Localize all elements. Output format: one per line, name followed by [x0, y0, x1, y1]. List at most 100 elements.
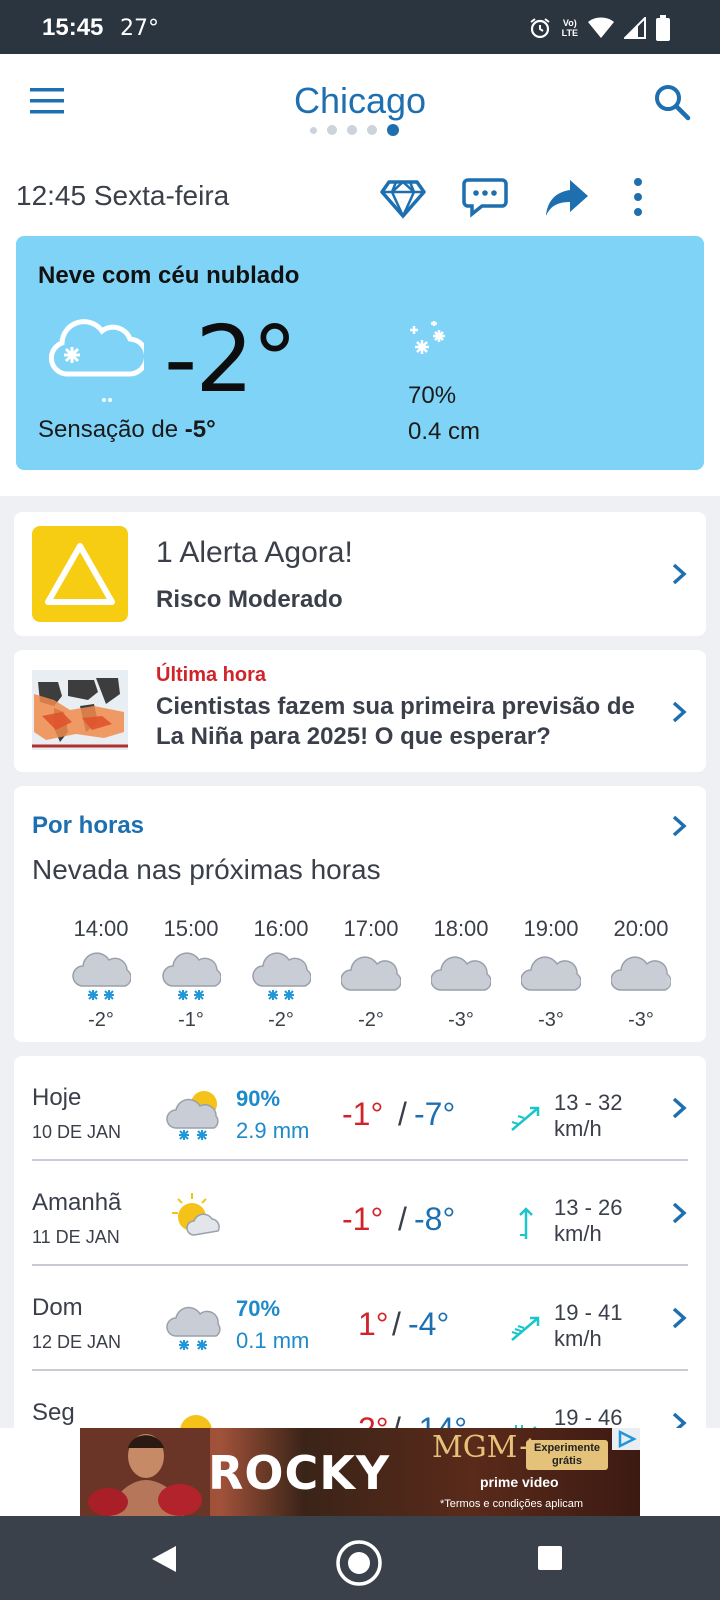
news-title: Cientistas fazem sua primeira previsão d…	[156, 693, 635, 750]
warning-icon	[32, 526, 128, 622]
temp-separator: /	[392, 1306, 401, 1342]
day-max-temp: -1°	[342, 1201, 384, 1237]
date-time: 12:45 Sexta-feira	[16, 180, 230, 211]
status-time: 15:45	[42, 14, 104, 41]
share-icon[interactable]	[544, 174, 590, 220]
hour-temp: -3°	[448, 1009, 474, 1031]
day-wind: 13 - 32 km/h	[554, 1090, 623, 1142]
hourly-item[interactable]: 17:00 -2°	[326, 916, 416, 1032]
day-name: Dom	[32, 1294, 83, 1321]
boxer-image	[80, 1428, 210, 1516]
scroll-fade-right	[666, 906, 706, 1036]
chevron-right-icon[interactable]	[670, 1306, 688, 1330]
alert-subtitle: Risco Moderado	[156, 586, 343, 613]
recents-icon[interactable]	[536, 1544, 564, 1572]
ad-title: ROCKY	[208, 1446, 391, 1500]
daily-forecast-card: Hoje 10 DE JAN 90% 2.9 mm -1° / -7° 13 -…	[14, 1056, 706, 1436]
hourly-title: Por horas	[32, 812, 145, 839]
current-accumulation: 0.4 cm	[408, 418, 481, 445]
chevron-right-icon[interactable]	[670, 700, 688, 724]
day-min-temp: -8°	[414, 1201, 456, 1237]
daily-row[interactable]: Seg 2° / -14° 19 - 46	[14, 1371, 706, 1436]
sun-snow-cloud-icon	[166, 1091, 219, 1140]
page-dots	[310, 124, 399, 136]
current-temperature: -2°	[164, 306, 298, 413]
wifi-icon	[588, 17, 614, 38]
day-name: Amanhã	[32, 1189, 122, 1216]
snow-cloud-icon	[72, 952, 132, 1000]
day-name: Seg	[32, 1399, 75, 1426]
chat-icon[interactable]	[462, 174, 508, 220]
wind-range: 13 - 26	[554, 1195, 623, 1220]
feels-label: Sensação de	[38, 416, 185, 443]
page-dot	[367, 125, 377, 135]
ad-banner[interactable]: ROCKY MGM+ Experimente grátis prime vide…	[0, 1428, 720, 1516]
signal-icon	[624, 17, 646, 39]
current-weather-card[interactable]: Neve com céu nublado -2° Sensação de -5°…	[16, 236, 704, 470]
daily-row[interactable]: Amanhã 11 DE JAN -1° / -8° 13 - 26 km/h	[14, 1161, 706, 1266]
app-header: Chicago 12:45 Sexta-feira Neve com céu n…	[0, 54, 720, 496]
day-date: 12 DE JAN	[32, 1332, 122, 1352]
wind-range: 19 - 41	[554, 1300, 623, 1325]
hour-temp: -3°	[538, 1009, 564, 1031]
snow-cloud-icon	[162, 952, 222, 1000]
back-icon[interactable]	[150, 1544, 180, 1574]
battery-icon	[656, 15, 670, 41]
diamond-icon[interactable]	[380, 174, 426, 220]
news-card[interactable]: Última hora Cientistas fazem sua primeir…	[14, 650, 706, 772]
home-icon[interactable]	[334, 1538, 384, 1588]
day-probability: 70%	[236, 1296, 281, 1321]
hourly-item[interactable]: 19:00 -3°	[506, 916, 596, 1032]
chevron-right-icon[interactable]	[670, 814, 688, 838]
news-tag: Última hora	[156, 664, 267, 686]
navigation-bar	[0, 1516, 720, 1600]
day-wind: 19 - 41 km/h	[554, 1300, 623, 1352]
more-icon[interactable]	[626, 174, 650, 220]
chevron-right-icon[interactable]	[670, 1096, 688, 1120]
hourly-item[interactable]: 16:00 -2°	[236, 916, 326, 1032]
hourly-card[interactable]: Por horas Nevada nas próximas horas 14:0…	[14, 786, 706, 1042]
chevron-right-icon[interactable]	[670, 562, 688, 586]
city-title[interactable]: Chicago	[0, 80, 720, 122]
lte-icon: Vo) LTE	[561, 18, 578, 38]
hourly-item[interactable]: 14:00 -2°	[56, 916, 146, 1032]
hourly-item[interactable]: 18:00 -3°	[416, 916, 506, 1032]
snowflakes-icon	[410, 321, 445, 354]
wind-range: 19 - 46	[554, 1405, 623, 1430]
day-probability: 90%	[236, 1086, 281, 1111]
hour-time: 18:00	[433, 916, 489, 941]
sun-cloud-icon	[172, 1193, 220, 1236]
daily-row[interactable]: Dom 12 DE JAN 70% 0.1 mm 1° / -4° 19 - 4…	[14, 1266, 706, 1371]
status-temperature: 27°	[120, 16, 159, 41]
search-icon[interactable]	[652, 82, 692, 122]
news-image	[32, 662, 128, 758]
hour-temp: -2°	[358, 1009, 384, 1031]
ad-partner: prime video	[480, 1474, 559, 1490]
ad-cta-button[interactable]: Experimente grátis	[526, 1440, 608, 1470]
wind-unit: km/h	[554, 1326, 602, 1351]
status-icons: Vo) LTE	[528, 14, 670, 42]
hourly-item[interactable]: 15:00 -1°	[146, 916, 236, 1032]
feels-like: Sensação de -5°	[38, 416, 216, 444]
cloud-icon	[430, 956, 492, 991]
wind-unit: km/h	[554, 1116, 602, 1141]
alert-card[interactable]: 1 Alerta Agora! Risco Moderado	[14, 512, 706, 636]
cloud-icon	[520, 956, 582, 991]
snow-cloud-icon	[48, 319, 144, 402]
page-dot	[347, 125, 357, 135]
hour-time: 16:00	[253, 916, 309, 941]
hour-time: 14:00	[73, 916, 129, 941]
status-bar: 15:45 27° Vo) LTE	[0, 0, 720, 54]
day-max-temp: 1°	[358, 1306, 389, 1342]
ad-choices-icon[interactable]	[612, 1428, 640, 1450]
chevron-right-icon[interactable]	[670, 1201, 688, 1225]
page-dot	[327, 125, 337, 135]
hour-time: 17:00	[343, 916, 399, 941]
cloud-icon	[610, 956, 672, 991]
ad-creative[interactable]: ROCKY MGM+ Experimente grátis prime vide…	[80, 1428, 640, 1516]
wind-range: 13 - 32	[554, 1090, 623, 1115]
daily-row[interactable]: Hoje 10 DE JAN 90% 2.9 mm -1° / -7° 13 -…	[14, 1056, 706, 1161]
hourly-subtitle: Nevada nas próximas horas	[32, 854, 381, 885]
day-date: 10 DE JAN	[32, 1122, 122, 1142]
day-date: 11 DE JAN	[32, 1227, 120, 1247]
